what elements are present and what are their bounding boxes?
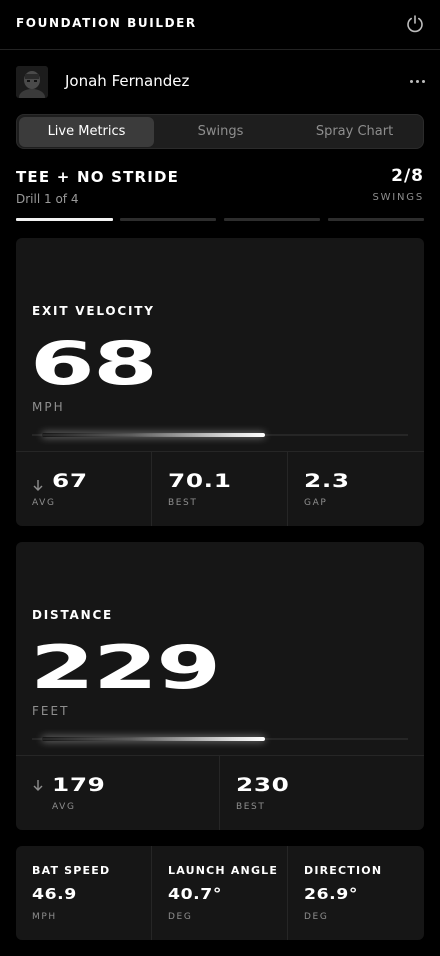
distance-best-label: BEST (236, 802, 266, 812)
exit-velocity-meter-fill (42, 433, 265, 437)
drill-progress-segment (120, 218, 216, 221)
user-name: Jonah Fernandez (65, 72, 190, 90)
divider (287, 846, 288, 940)
drill-title: TEE + NO STRIDE (16, 168, 180, 186)
exit-velocity-gap-value: 2.3 (304, 470, 350, 492)
tab-swings[interactable]: Swings (153, 117, 288, 147)
app-title: FOUNDATION BUILDER (16, 16, 197, 30)
swing-count-label: SWINGS (372, 192, 424, 203)
bat-speed-unit: MPH (32, 912, 57, 922)
swing-count: 2/8 (391, 166, 424, 186)
distance-best-value: 230 (236, 774, 290, 796)
distance-label: DISTANCE (32, 608, 114, 622)
distance-meter (32, 737, 408, 741)
distance-avg-value: 179 (52, 774, 106, 796)
exit-velocity-label: EXIT VELOCITY (32, 304, 155, 318)
tab-spray-chart[interactable]: Spray Chart (287, 117, 422, 147)
arrow-down-icon (33, 780, 43, 791)
view-tabs: Live Metrics Swings Spray Chart (16, 114, 424, 149)
profile-row: Jonah Fernandez (0, 50, 440, 112)
exit-velocity-best-label: BEST (168, 498, 198, 508)
divider (16, 755, 424, 756)
arrow-down-icon (33, 480, 43, 491)
exit-velocity-gap-label: GAP (304, 498, 328, 508)
divider (16, 451, 424, 452)
distance-avg-label: AVG (52, 802, 76, 812)
divider (151, 846, 152, 940)
exit-velocity-value: 68 (30, 329, 158, 399)
distance-unit: FEET (32, 704, 70, 718)
divider (219, 756, 220, 830)
launch-angle-value: 40.7° (168, 885, 223, 903)
exit-velocity-avg-value: 67 (52, 470, 88, 492)
launch-angle-unit: DEG (168, 912, 193, 922)
distance-value: 229 (30, 633, 221, 703)
direction-value: 26.9° (304, 885, 359, 903)
divider (151, 452, 152, 526)
direction-label: DIRECTION (304, 864, 383, 877)
avatar[interactable] (16, 66, 48, 98)
bat-speed-value: 46.9 (32, 885, 77, 903)
distance-card: DISTANCE 229 FEET 179 AVG 230 BEST (16, 542, 424, 830)
more-horizontal-icon[interactable] (406, 80, 428, 86)
drill-progress-segment (16, 218, 113, 221)
exit-velocity-best-value: 70.1 (168, 470, 232, 492)
tab-live-metrics[interactable]: Live Metrics (19, 117, 154, 147)
power-icon[interactable] (405, 14, 425, 34)
exit-velocity-card: EXIT VELOCITY 68 MPH 67 AVG 70.1 BEST 2.… (16, 238, 424, 526)
exit-velocity-avg-label: AVG (32, 498, 56, 508)
divider (287, 452, 288, 526)
drill-progress-segment (224, 218, 320, 221)
exit-velocity-unit: MPH (32, 400, 65, 414)
swing-metrics-card: BAT SPEED 46.9 MPH LAUNCH ANGLE 40.7° DE… (16, 846, 424, 940)
exit-velocity-meter (32, 433, 408, 437)
bat-speed-label: BAT SPEED (32, 864, 111, 877)
direction-unit: DEG (304, 912, 329, 922)
distance-meter-fill (42, 737, 265, 741)
drill-subtitle: Drill 1 of 4 (16, 192, 79, 206)
launch-angle-label: LAUNCH ANGLE (168, 864, 279, 877)
app-header: FOUNDATION BUILDER (0, 0, 440, 50)
drill-progress-segment (328, 218, 424, 221)
